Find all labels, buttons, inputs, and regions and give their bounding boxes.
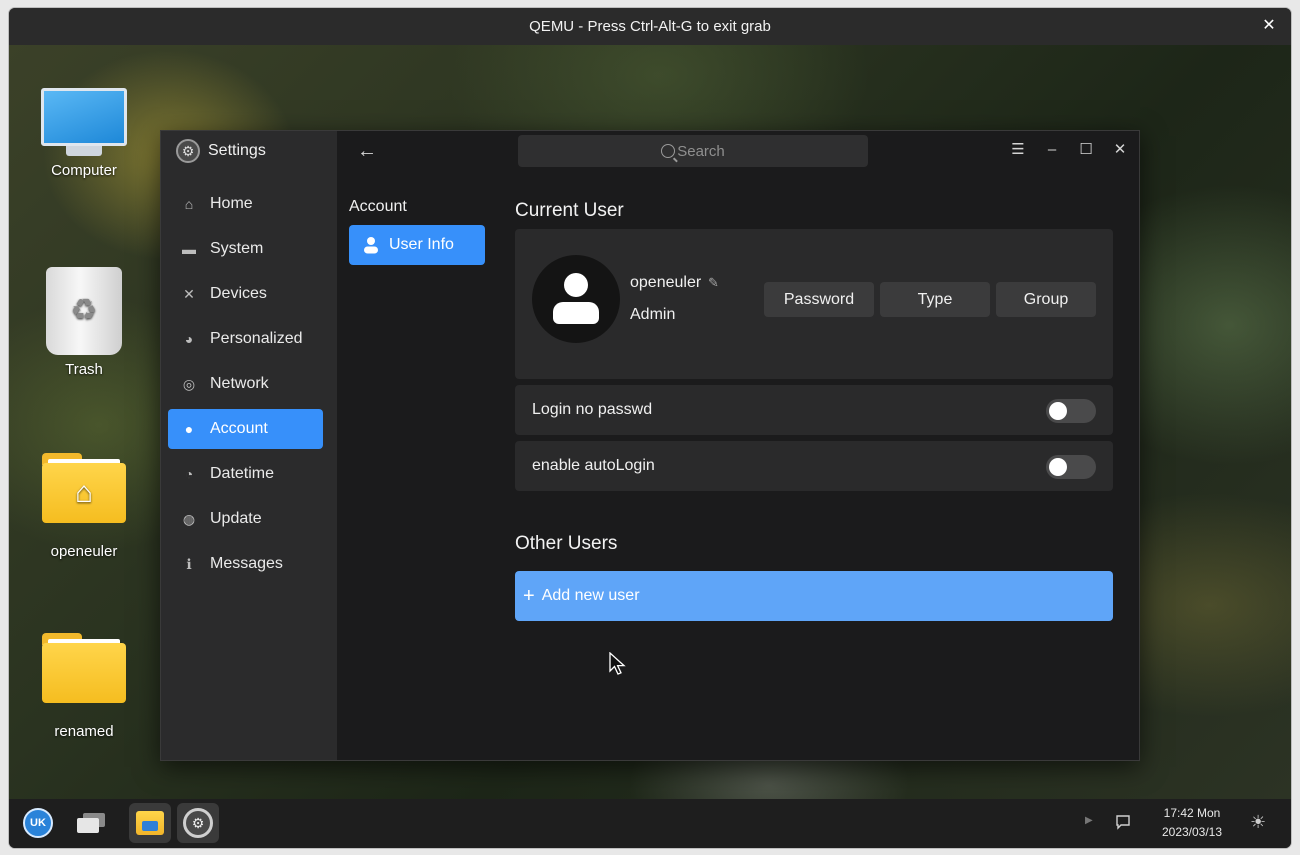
type-button[interactable]: Type — [880, 282, 990, 317]
trash-icon: ♻ — [46, 267, 122, 355]
globe-icon: ◎ — [182, 376, 196, 392]
desktop-icon-label: openeuler — [50, 543, 118, 560]
sidebar-item-label: Datetime — [210, 465, 275, 482]
sub-nav-item-label: User Info — [389, 236, 454, 253]
sidebar-item-account[interactable]: ● Account — [168, 409, 323, 449]
taskbar: UK ⚙ ▶ 17:42 Mon 2023/03/13 ☀ — [9, 799, 1291, 848]
desktop-icon-label: Computer — [51, 162, 117, 179]
file-manager-icon — [136, 811, 164, 835]
sidebar-item-label: Account — [210, 420, 268, 437]
settings-window: ⚙ Settings ⌂ Home ▬ System ✕ Devices ◕ P… — [160, 130, 1140, 761]
app-title: Settings — [208, 142, 266, 159]
start-menu-button[interactable]: UK — [17, 803, 59, 843]
qemu-window: QEMU - Press Ctrl-Alt-G to exit grab ✕ C… — [9, 8, 1291, 848]
clock-icon: ◔ — [184, 466, 194, 482]
sidebar-item-label: Personalized — [210, 330, 303, 347]
desktop-icon-home-folder[interactable]: ⌂ openeuler — [34, 453, 134, 560]
group-button[interactable]: Group — [996, 282, 1096, 317]
password-button[interactable]: Password — [764, 282, 874, 317]
settings-gear-icon: ⚙ — [176, 139, 200, 163]
sidebar-item-label: Home — [210, 195, 253, 212]
taskbar-file-manager[interactable] — [129, 803, 171, 843]
computer-icon — [41, 88, 127, 146]
sidebar-item-messages[interactable]: ℹ Messages — [168, 544, 323, 584]
sidebar-item-home[interactable]: ⌂ Home — [168, 184, 323, 224]
desktop-icon-computer[interactable]: Computer — [34, 88, 134, 179]
multitask-view-button[interactable] — [70, 803, 112, 843]
sidebar-item-label: Devices — [210, 285, 267, 302]
current-user-card: openeuler ✎ Admin Password Type Group — [515, 229, 1113, 379]
sidebar-item-update[interactable]: ◍ Update — [168, 499, 323, 539]
add-new-user-button[interactable]: + Add new user — [515, 571, 1113, 621]
current-user-title: Current User — [515, 200, 624, 221]
username: openeuler — [630, 274, 702, 291]
login-no-passwd-row: Login no passwd — [515, 385, 1113, 435]
sidebar-item-label: Update — [210, 510, 262, 527]
enable-autologin-row: enable autoLogin — [515, 441, 1113, 491]
desktop-icon-folder[interactable]: renamed — [34, 633, 134, 740]
sidebar-item-system[interactable]: ▬ System — [168, 229, 323, 269]
close-icon[interactable]: ✕ — [1259, 16, 1279, 36]
multitask-icon — [77, 813, 105, 833]
back-arrow-icon[interactable]: ← — [357, 139, 381, 163]
tray-expand-icon[interactable]: ▶ — [1085, 815, 1093, 826]
sidebar: ⚙ Settings ⌂ Home ▬ System ✕ Devices ◕ P… — [161, 131, 337, 760]
sub-nav-heading: Account — [349, 198, 407, 215]
taskbar-settings[interactable]: ⚙ — [177, 803, 219, 843]
app-header: ⚙ Settings — [176, 139, 266, 163]
monitor-icon: ▬ — [182, 241, 196, 257]
desktop-icon-label: renamed — [54, 723, 114, 740]
avatar[interactable] — [532, 255, 620, 343]
sidebar-item-label: System — [210, 240, 264, 257]
plus-icon: + — [523, 585, 535, 607]
toggle-label: enable autoLogin — [532, 457, 655, 474]
sidebar-item-devices[interactable]: ✕ Devices — [168, 274, 323, 314]
info-icon: ℹ — [186, 556, 192, 572]
clock-time: 17:42 Mon — [1163, 806, 1221, 820]
start-logo-icon: UK — [23, 808, 53, 838]
qemu-title: QEMU - Press Ctrl-Alt-G to exit grab — [529, 18, 771, 35]
qemu-titlebar: QEMU - Press Ctrl-Alt-G to exit grab ✕ — [9, 8, 1291, 45]
edit-pencil-icon[interactable]: ✎ — [708, 276, 722, 290]
sidebar-nav: ⌂ Home ▬ System ✕ Devices ◕ Personalized — [168, 184, 323, 589]
main-content: Current User openeuler ✎ Admin Password … — [515, 131, 1115, 760]
palette-icon: ◕ — [184, 331, 194, 347]
sidebar-item-network[interactable]: ◎ Network — [168, 364, 323, 404]
sub-nav: ← Account User Info — [337, 131, 497, 760]
user-icon — [361, 235, 381, 255]
update-icon: ◍ — [182, 511, 196, 527]
account-type: Admin — [630, 306, 676, 323]
enable-autologin-switch[interactable] — [1046, 455, 1096, 479]
user-icon: ● — [184, 421, 194, 437]
desktop-icon-trash[interactable]: ♻ Trash — [34, 267, 134, 378]
add-user-label: Add new user — [541, 587, 640, 604]
notification-icon[interactable] — [1115, 814, 1131, 833]
toggle-label: Login no passwd — [532, 401, 653, 418]
other-users-title: Other Users — [515, 533, 618, 554]
clock-date: 2023/03/13 — [1161, 825, 1223, 839]
login-no-passwd-switch[interactable] — [1046, 399, 1096, 423]
desktop: Computer ♻ Trash ⌂ openeuler renamed ⚙ S… — [9, 45, 1291, 799]
theme-toggle-icon[interactable]: ☀ — [1250, 812, 1266, 833]
sidebar-item-label: Network — [210, 375, 269, 392]
sidebar-item-label: Messages — [210, 555, 283, 572]
sidebar-item-datetime[interactable]: ◔ Datetime — [168, 454, 323, 494]
sub-nav-item-user-info[interactable]: User Info — [349, 225, 485, 265]
folder-icon — [42, 633, 126, 703]
mouse-cursor-icon — [609, 652, 626, 675]
settings-gear-icon: ⚙ — [183, 808, 213, 838]
sidebar-item-personalized[interactable]: ◕ Personalized — [168, 319, 323, 359]
home-folder-icon: ⌂ — [42, 453, 126, 523]
home-icon: ⌂ — [184, 196, 194, 212]
tools-icon: ✕ — [183, 286, 195, 302]
taskbar-clock[interactable]: 17:42 Mon 2023/03/13 — [1154, 804, 1230, 842]
desktop-icon-label: Trash — [65, 361, 103, 378]
